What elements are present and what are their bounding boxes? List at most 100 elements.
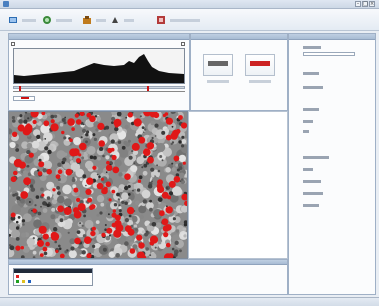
detected-cell[interactable] xyxy=(129,248,136,254)
detected-cell[interactable] xyxy=(181,193,187,201)
detected-cell[interactable] xyxy=(41,193,45,197)
detected-cell[interactable] xyxy=(161,218,169,226)
detected-cell[interactable] xyxy=(73,210,82,219)
reset-icon[interactable] xyxy=(181,42,185,46)
detected-cell[interactable] xyxy=(37,171,43,176)
detected-cell[interactable] xyxy=(91,226,96,231)
detected-cell[interactable] xyxy=(106,160,110,165)
export-button[interactable] xyxy=(110,13,134,27)
detected-cell[interactable] xyxy=(107,147,113,154)
detected-cell[interactable] xyxy=(127,112,133,118)
detected-cell[interactable] xyxy=(52,188,56,192)
detected-cell[interactable] xyxy=(85,188,92,195)
detected-cell[interactable] xyxy=(97,122,105,130)
detected-cell[interactable] xyxy=(184,200,187,206)
detected-cell[interactable] xyxy=(126,206,135,215)
detected-cell[interactable] xyxy=(106,227,113,234)
detected-cell[interactable] xyxy=(124,173,131,180)
detected-cell[interactable] xyxy=(74,113,79,118)
detected-cell[interactable] xyxy=(83,236,92,244)
detected-cell[interactable] xyxy=(111,222,117,228)
detected-cell[interactable] xyxy=(157,179,163,186)
report-button[interactable] xyxy=(156,13,200,27)
detected-cell[interactable] xyxy=(55,249,59,253)
detected-cell[interactable] xyxy=(101,232,106,238)
detected-cell[interactable] xyxy=(43,120,50,127)
detected-cell[interactable] xyxy=(45,241,50,247)
detected-cell[interactable] xyxy=(101,187,108,195)
detected-cell[interactable] xyxy=(111,189,116,194)
detected-cell[interactable] xyxy=(79,142,87,151)
detected-cell[interactable] xyxy=(32,119,37,125)
minimize-icon[interactable]: – xyxy=(355,1,361,7)
detected-cell[interactable] xyxy=(131,142,140,151)
detected-cell[interactable] xyxy=(115,224,124,232)
detected-cell[interactable] xyxy=(28,152,34,158)
detected-cell[interactable] xyxy=(61,130,65,135)
thumb-threshold[interactable] xyxy=(245,54,275,76)
detected-cell[interactable] xyxy=(138,242,145,249)
detected-cell[interactable] xyxy=(98,140,105,147)
detected-cell[interactable] xyxy=(20,246,24,250)
prop-field-1[interactable] xyxy=(303,52,355,56)
detected-cell[interactable] xyxy=(149,235,159,244)
close-icon[interactable]: × xyxy=(369,1,375,7)
detected-cell[interactable] xyxy=(162,113,167,118)
detected-cell[interactable] xyxy=(96,182,104,190)
detected-cell[interactable] xyxy=(23,177,31,186)
detected-cell[interactable] xyxy=(37,239,44,247)
detected-cell[interactable] xyxy=(92,165,97,170)
detected-cell[interactable] xyxy=(15,245,21,251)
zoom-icon[interactable] xyxy=(11,42,15,46)
detected-cell[interactable] xyxy=(73,187,79,193)
detected-cell[interactable] xyxy=(105,164,113,171)
detected-cell[interactable] xyxy=(114,214,121,221)
detected-cell[interactable] xyxy=(162,225,170,232)
detected-cell[interactable] xyxy=(77,203,86,212)
detected-cell[interactable] xyxy=(86,177,94,185)
detected-cell[interactable] xyxy=(39,253,44,257)
detected-cell[interactable] xyxy=(50,232,60,241)
detected-cell[interactable] xyxy=(165,206,173,214)
detected-cell[interactable] xyxy=(10,176,17,183)
cell-image[interactable] xyxy=(9,112,187,258)
detected-cell[interactable] xyxy=(87,197,93,203)
detected-cell[interactable] xyxy=(79,112,85,117)
detected-cell[interactable] xyxy=(74,237,81,245)
detected-cell[interactable] xyxy=(71,127,75,131)
detected-cell[interactable] xyxy=(178,115,183,120)
detected-cell[interactable] xyxy=(133,118,142,127)
detected-cell[interactable] xyxy=(76,197,81,202)
detected-cell[interactable] xyxy=(165,117,173,125)
detected-cell[interactable] xyxy=(13,170,18,176)
detected-cell[interactable] xyxy=(59,253,65,258)
detect-cells-button[interactable] xyxy=(42,13,72,27)
detected-cell[interactable] xyxy=(170,132,178,140)
detected-cell[interactable] xyxy=(137,179,142,183)
detected-cell[interactable] xyxy=(76,158,81,163)
detected-cell[interactable] xyxy=(63,207,72,215)
detected-cell[interactable] xyxy=(50,119,55,124)
detected-cell[interactable] xyxy=(57,205,64,213)
detected-cell[interactable] xyxy=(173,155,180,162)
detected-cell[interactable] xyxy=(153,112,160,119)
detected-cell[interactable] xyxy=(65,168,73,176)
detected-cell[interactable] xyxy=(111,154,117,161)
detected-cell[interactable] xyxy=(175,129,181,134)
detected-cell[interactable] xyxy=(113,118,122,127)
detected-cell[interactable] xyxy=(86,112,92,118)
detected-cell[interactable] xyxy=(157,185,165,193)
open-image-button[interactable] xyxy=(8,13,36,27)
detected-cell[interactable] xyxy=(90,230,96,237)
detected-cell[interactable] xyxy=(124,225,132,233)
detected-cell[interactable] xyxy=(108,198,112,202)
detected-cell[interactable] xyxy=(57,169,63,174)
detected-cell[interactable] xyxy=(12,131,18,137)
detected-cell[interactable] xyxy=(38,225,47,234)
detected-cell[interactable] xyxy=(50,123,59,132)
detected-cell[interactable] xyxy=(75,119,82,125)
detected-cell[interactable] xyxy=(168,180,176,188)
settings-button[interactable] xyxy=(82,13,106,27)
detected-cell[interactable] xyxy=(142,148,151,156)
detected-cell[interactable] xyxy=(67,118,75,126)
